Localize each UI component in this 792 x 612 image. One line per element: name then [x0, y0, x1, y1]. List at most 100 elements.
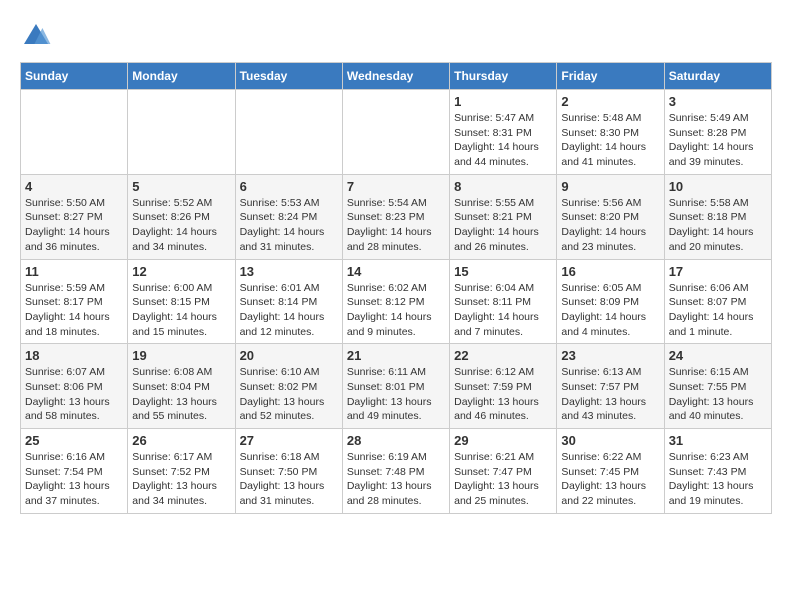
day-info: Sunrise: 6:02 AM Sunset: 8:12 PM Dayligh… — [347, 281, 445, 340]
calendar-cell: 13 Sunrise: 6:01 AM Sunset: 8:14 PM Dayli… — [235, 259, 342, 344]
calendar-cell: 3 Sunrise: 5:49 AM Sunset: 8:28 PM Daylig… — [664, 90, 771, 175]
calendar-cell: 10Sunrise: 5:58 AM Sunset: 8:18 PM Dayli… — [664, 174, 771, 259]
day-number: 12 — [132, 264, 230, 279]
day-info: Sunrise: 6:00 AM Sunset: 8:15 PM Dayligh… — [132, 281, 230, 340]
day-number: 1 — [454, 94, 552, 109]
week-row-3: 11 Sunrise: 5:59 AM Sunset: 8:17 PM Dayli… — [21, 259, 772, 344]
calendar-cell: 17 Sunrise: 6:06 AM Sunset: 8:07 PM Dayli… — [664, 259, 771, 344]
calendar-cell: 25 Sunrise: 6:16 AM Sunset: 7:54 PM Dayli… — [21, 429, 128, 514]
day-info: Sunrise: 6:22 AM Sunset: 7:45 PM Dayligh… — [561, 450, 659, 509]
week-row-2: 4Sunrise: 5:50 AM Sunset: 8:27 PM Daylig… — [21, 174, 772, 259]
day-number: 25 — [25, 433, 123, 448]
calendar-cell: 16 Sunrise: 6:05 AM Sunset: 8:09 PM Dayli… — [557, 259, 664, 344]
day-number: 4 — [25, 179, 123, 194]
day-info: Sunrise: 5:52 AM Sunset: 8:26 PM Dayligh… — [132, 196, 230, 255]
day-header-monday: Monday — [128, 63, 235, 90]
calendar-cell: 22 Sunrise: 6:12 AM Sunset: 7:59 PM Dayli… — [450, 344, 557, 429]
day-info: Sunrise: 5:59 AM Sunset: 8:17 PM Dayligh… — [25, 281, 123, 340]
day-number: 13 — [240, 264, 338, 279]
day-header-friday: Friday — [557, 63, 664, 90]
calendar-cell: 27Sunrise: 6:18 AM Sunset: 7:50 PM Dayli… — [235, 429, 342, 514]
day-info: Sunrise: 5:47 AM Sunset: 8:31 PM Dayligh… — [454, 111, 552, 170]
day-number: 21 — [347, 348, 445, 363]
logo-icon — [20, 20, 52, 52]
calendar-cell: 30 Sunrise: 6:22 AM Sunset: 7:45 PM Dayli… — [557, 429, 664, 514]
day-info: Sunrise: 6:04 AM Sunset: 8:11 PM Dayligh… — [454, 281, 552, 340]
day-info: Sunrise: 5:54 AM Sunset: 8:23 PM Dayligh… — [347, 196, 445, 255]
day-number: 22 — [454, 348, 552, 363]
day-header-thursday: Thursday — [450, 63, 557, 90]
calendar-cell: 23Sunrise: 6:13 AM Sunset: 7:57 PM Dayli… — [557, 344, 664, 429]
calendar-cell: 1 Sunrise: 5:47 AM Sunset: 8:31 PM Daylig… — [450, 90, 557, 175]
calendar-cell — [21, 90, 128, 175]
calendar-cell — [128, 90, 235, 175]
week-row-5: 25 Sunrise: 6:16 AM Sunset: 7:54 PM Dayli… — [21, 429, 772, 514]
day-info: Sunrise: 6:23 AM Sunset: 7:43 PM Dayligh… — [669, 450, 767, 509]
day-number: 23 — [561, 348, 659, 363]
day-number: 16 — [561, 264, 659, 279]
day-number: 10 — [669, 179, 767, 194]
day-number: 9 — [561, 179, 659, 194]
calendar-cell: 29 Sunrise: 6:21 AM Sunset: 7:47 PM Dayli… — [450, 429, 557, 514]
day-header-saturday: Saturday — [664, 63, 771, 90]
day-info: Sunrise: 6:12 AM Sunset: 7:59 PM Dayligh… — [454, 365, 552, 424]
day-info: Sunrise: 5:48 AM Sunset: 8:30 PM Dayligh… — [561, 111, 659, 170]
calendar-cell — [342, 90, 449, 175]
day-info: Sunrise: 6:08 AM Sunset: 8:04 PM Dayligh… — [132, 365, 230, 424]
day-info: Sunrise: 6:10 AM Sunset: 8:02 PM Dayligh… — [240, 365, 338, 424]
week-row-4: 18Sunrise: 6:07 AM Sunset: 8:06 PM Dayli… — [21, 344, 772, 429]
day-info: Sunrise: 6:16 AM Sunset: 7:54 PM Dayligh… — [25, 450, 123, 509]
day-info: Sunrise: 6:01 AM Sunset: 8:14 PM Dayligh… — [240, 281, 338, 340]
day-number: 19 — [132, 348, 230, 363]
calendar-cell — [235, 90, 342, 175]
day-info: Sunrise: 5:55 AM Sunset: 8:21 PM Dayligh… — [454, 196, 552, 255]
day-info: Sunrise: 5:49 AM Sunset: 8:28 PM Dayligh… — [669, 111, 767, 170]
calendar-cell: 24Sunrise: 6:15 AM Sunset: 7:55 PM Dayli… — [664, 344, 771, 429]
day-number: 18 — [25, 348, 123, 363]
day-number: 7 — [347, 179, 445, 194]
day-number: 11 — [25, 264, 123, 279]
calendar-cell: 31 Sunrise: 6:23 AM Sunset: 7:43 PM Dayli… — [664, 429, 771, 514]
calendar-cell: 9 Sunrise: 5:56 AM Sunset: 8:20 PM Daylig… — [557, 174, 664, 259]
calendar-body: 1 Sunrise: 5:47 AM Sunset: 8:31 PM Daylig… — [21, 90, 772, 514]
day-number: 15 — [454, 264, 552, 279]
day-info: Sunrise: 6:18 AM Sunset: 7:50 PM Dayligh… — [240, 450, 338, 509]
page-header — [20, 20, 772, 52]
day-number: 2 — [561, 94, 659, 109]
calendar-table: SundayMondayTuesdayWednesdayThursdayFrid… — [20, 62, 772, 514]
calendar-cell: 14 Sunrise: 6:02 AM Sunset: 8:12 PM Dayli… — [342, 259, 449, 344]
day-info: Sunrise: 5:53 AM Sunset: 8:24 PM Dayligh… — [240, 196, 338, 255]
day-info: Sunrise: 6:06 AM Sunset: 8:07 PM Dayligh… — [669, 281, 767, 340]
calendar-cell: 28 Sunrise: 6:19 AM Sunset: 7:48 PM Dayli… — [342, 429, 449, 514]
day-number: 28 — [347, 433, 445, 448]
day-number: 6 — [240, 179, 338, 194]
day-info: Sunrise: 6:05 AM Sunset: 8:09 PM Dayligh… — [561, 281, 659, 340]
day-number: 24 — [669, 348, 767, 363]
day-number: 17 — [669, 264, 767, 279]
day-number: 14 — [347, 264, 445, 279]
calendar-cell: 12 Sunrise: 6:00 AM Sunset: 8:15 PM Dayli… — [128, 259, 235, 344]
calendar-cell: 6 Sunrise: 5:53 AM Sunset: 8:24 PM Daylig… — [235, 174, 342, 259]
day-header-tuesday: Tuesday — [235, 63, 342, 90]
calendar-cell: 15 Sunrise: 6:04 AM Sunset: 8:11 PM Dayli… — [450, 259, 557, 344]
calendar-cell: 18Sunrise: 6:07 AM Sunset: 8:06 PM Dayli… — [21, 344, 128, 429]
calendar-cell: 11 Sunrise: 5:59 AM Sunset: 8:17 PM Dayli… — [21, 259, 128, 344]
calendar-cell: 8Sunrise: 5:55 AM Sunset: 8:21 PM Daylig… — [450, 174, 557, 259]
day-number: 20 — [240, 348, 338, 363]
day-info: Sunrise: 6:11 AM Sunset: 8:01 PM Dayligh… — [347, 365, 445, 424]
calendar-cell: 2 Sunrise: 5:48 AM Sunset: 8:30 PM Daylig… — [557, 90, 664, 175]
day-info: Sunrise: 6:19 AM Sunset: 7:48 PM Dayligh… — [347, 450, 445, 509]
day-number: 26 — [132, 433, 230, 448]
day-number: 3 — [669, 94, 767, 109]
logo — [20, 20, 56, 52]
day-info: Sunrise: 5:56 AM Sunset: 8:20 PM Dayligh… — [561, 196, 659, 255]
calendar-cell: 4Sunrise: 5:50 AM Sunset: 8:27 PM Daylig… — [21, 174, 128, 259]
day-number: 31 — [669, 433, 767, 448]
calendar-cell: 19 Sunrise: 6:08 AM Sunset: 8:04 PM Dayli… — [128, 344, 235, 429]
day-info: Sunrise: 6:21 AM Sunset: 7:47 PM Dayligh… — [454, 450, 552, 509]
day-number: 29 — [454, 433, 552, 448]
day-number: 30 — [561, 433, 659, 448]
calendar-cell: 7 Sunrise: 5:54 AM Sunset: 8:23 PM Daylig… — [342, 174, 449, 259]
calendar-cell: 26Sunrise: 6:17 AM Sunset: 7:52 PM Dayli… — [128, 429, 235, 514]
day-number: 5 — [132, 179, 230, 194]
